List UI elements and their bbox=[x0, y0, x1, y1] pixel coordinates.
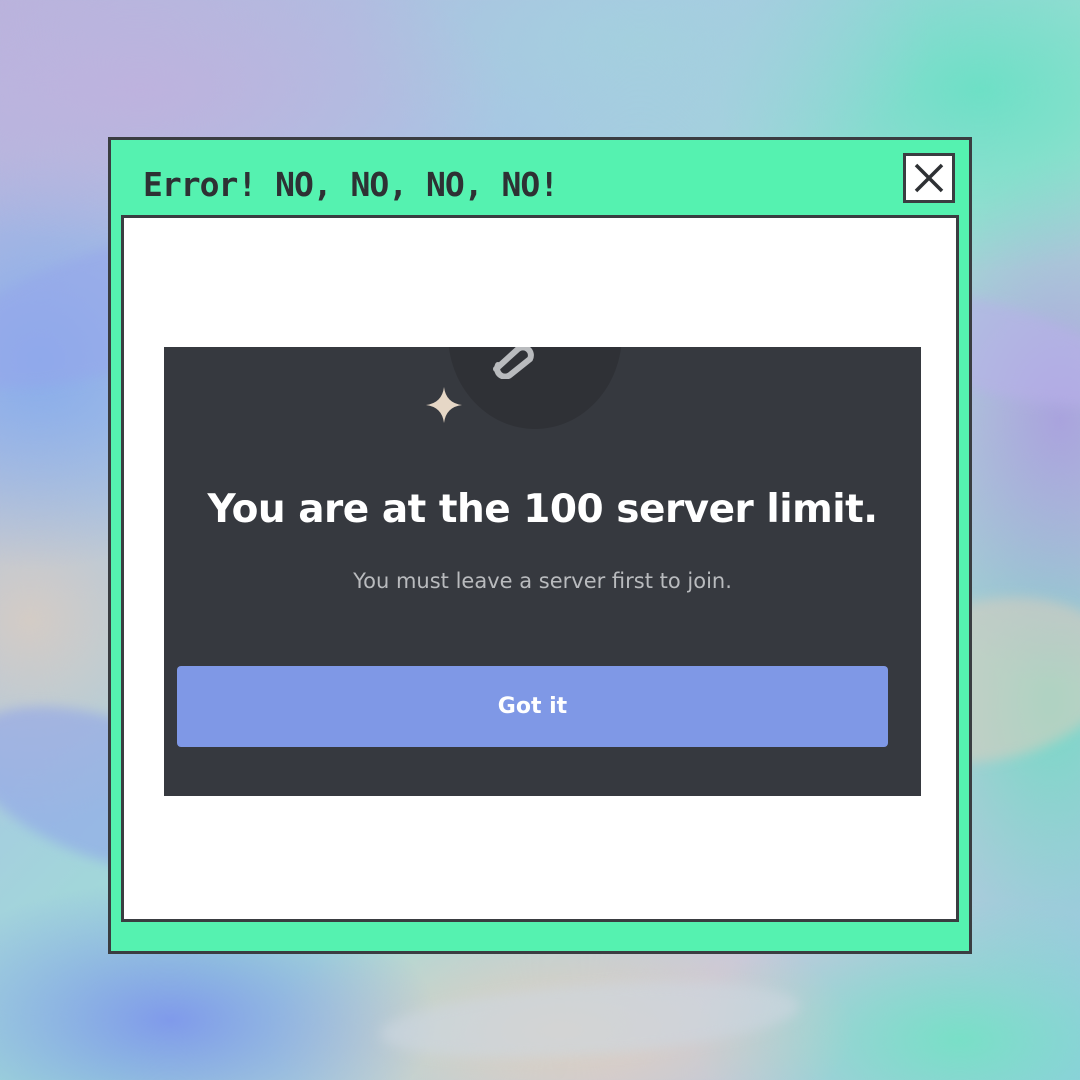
window-title: Error! NO, NO, NO, NO! bbox=[143, 165, 559, 204]
close-button[interactable] bbox=[903, 153, 955, 203]
modal-icon-circle bbox=[448, 347, 622, 429]
link-icon bbox=[493, 347, 534, 379]
server-limit-modal: You are at the 100 server limit. You mus… bbox=[164, 347, 921, 796]
error-window: Error! NO, NO, NO, NO! You are at the 10… bbox=[108, 137, 972, 954]
window-content: You are at the 100 server limit. You mus… bbox=[121, 215, 959, 922]
modal-subtitle: You must leave a server first to join. bbox=[353, 569, 732, 593]
background-streak bbox=[378, 970, 802, 1070]
sparkle-icon bbox=[426, 387, 462, 423]
close-icon bbox=[914, 163, 944, 193]
modal-title: You are at the 100 server limit. bbox=[207, 487, 878, 532]
got-it-button[interactable]: Got it bbox=[177, 666, 888, 747]
page: { "window": { "title": "Error! NO, NO, N… bbox=[0, 0, 1080, 1080]
